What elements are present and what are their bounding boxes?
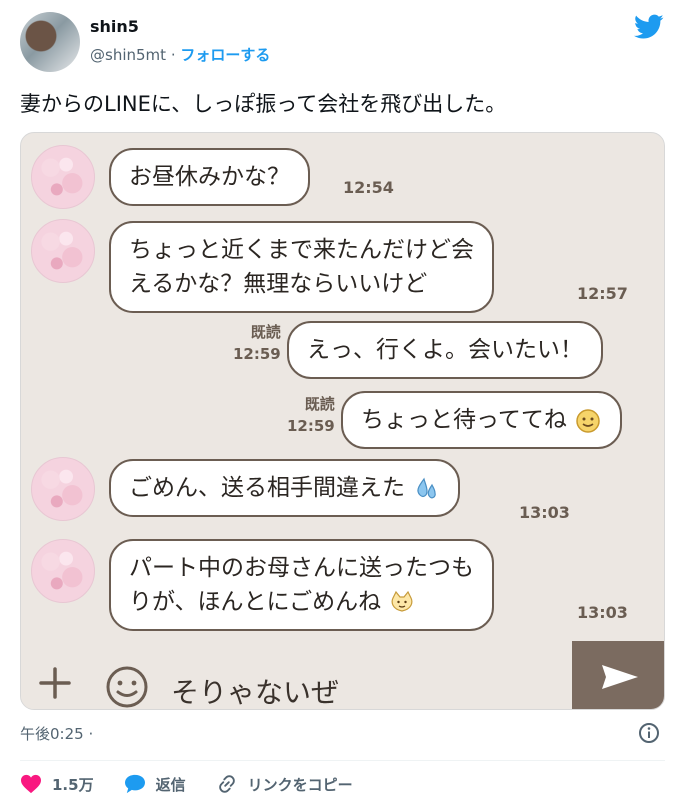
message-time: 13:03 <box>577 603 628 622</box>
reply-button[interactable]: 返信 <box>124 774 186 795</box>
copy-link-label: リンクをコピー <box>247 775 353 794</box>
message-text: えっ、行くよ。会いたい！ <box>307 337 583 363</box>
message-text: りが、ほんとにごめんね <box>129 589 382 615</box>
attached-image[interactable]: お昼休みかな？ 12:54 ちょっと近くまで来たんだけど会 えるかな？無理ならい… <box>20 132 665 710</box>
incoming-bubble: ちょっと近くまで来たんだけど会 えるかな？無理ならいいけど <box>109 221 494 313</box>
chat-input-bar: そりゃないぜ <box>21 641 664 709</box>
cat-emoji-icon <box>391 590 413 612</box>
author-handle[interactable]: @shin5mt <box>90 46 166 64</box>
send-icon <box>602 665 638 689</box>
incoming-bubble: お昼休みかな？ <box>109 148 310 206</box>
sender-avatar <box>31 539 95 603</box>
message-time: 12:59 <box>233 345 281 363</box>
sender-avatar <box>31 145 95 209</box>
outgoing-bubble: えっ、行くよ。会いたい！ <box>287 321 603 379</box>
sweat-drop-emoji-icon <box>417 477 437 498</box>
divider <box>20 760 665 761</box>
message-text: えるかな？無理ならいいけど <box>129 271 428 297</box>
tweet-timestamp[interactable]: 午後0:25 · <box>20 723 93 744</box>
plus-icon[interactable] <box>39 667 71 699</box>
sender-avatar <box>31 219 95 283</box>
incoming-bubble: パート中のお母さんに送ったつも りが、ほんとにごめんね <box>109 539 494 631</box>
handle-row: @shin5mt · フォローする <box>90 44 270 65</box>
read-receipt: 既読 12:59 <box>233 321 281 365</box>
message-time: 12:54 <box>343 178 394 197</box>
twitter-bird-icon[interactable] <box>634 14 664 40</box>
message-text: お昼休みかな？ <box>129 164 290 190</box>
like-button[interactable]: 1.5万 <box>20 774 94 795</box>
sender-avatar <box>31 457 95 521</box>
link-icon <box>218 775 235 793</box>
author-name[interactable]: shin5 <box>90 17 139 36</box>
heart-icon <box>21 774 41 794</box>
follow-link[interactable]: フォローする <box>180 46 270 64</box>
message-text-line: りが、ほんとにごめんね <box>129 585 474 619</box>
smile-emoji-icon <box>576 408 600 433</box>
tweet-actions: 1.5万 返信 リンクをコピー <box>20 772 383 796</box>
message-text: ちょっと待っててね <box>361 407 567 433</box>
reply-label: 返信 <box>155 775 186 794</box>
incoming-bubble: ごめん、送る相手間違えた <box>109 459 461 517</box>
read-receipt: 既読 12:59 <box>287 393 335 437</box>
message-time: 13:03 <box>519 503 570 522</box>
chat-area: お昼休みかな？ 12:54 ちょっと近くまで来たんだけど会 えるかな？無理ならい… <box>21 133 664 641</box>
message-text: パート中のお母さんに送ったつも <box>129 555 474 581</box>
info-icon[interactable] <box>638 722 660 744</box>
copy-link-button[interactable]: リンクをコピー <box>216 773 353 795</box>
send-button[interactable] <box>572 641 664 709</box>
message-time: 12:57 <box>577 284 628 303</box>
separator: · <box>170 46 176 64</box>
message-input[interactable]: そりゃないぜ <box>171 671 339 709</box>
read-label: 既読 <box>250 323 281 341</box>
speech-bubble-icon <box>124 774 145 794</box>
message-text: ちょっと近くまで来たんだけど会 <box>129 237 474 263</box>
tweet-text: 妻からのLINEに、しっぽ振って会社を飛び出した。 <box>20 92 507 116</box>
message-text: ごめん、送る相手間違えた <box>129 475 405 501</box>
message-time: 12:59 <box>287 417 335 435</box>
outgoing-bubble: ちょっと待っててね <box>341 391 623 449</box>
read-label: 既読 <box>304 395 335 413</box>
emoji-picker-icon[interactable] <box>105 665 149 709</box>
like-count: 1.5万 <box>52 775 94 794</box>
author-avatar[interactable] <box>20 12 80 72</box>
